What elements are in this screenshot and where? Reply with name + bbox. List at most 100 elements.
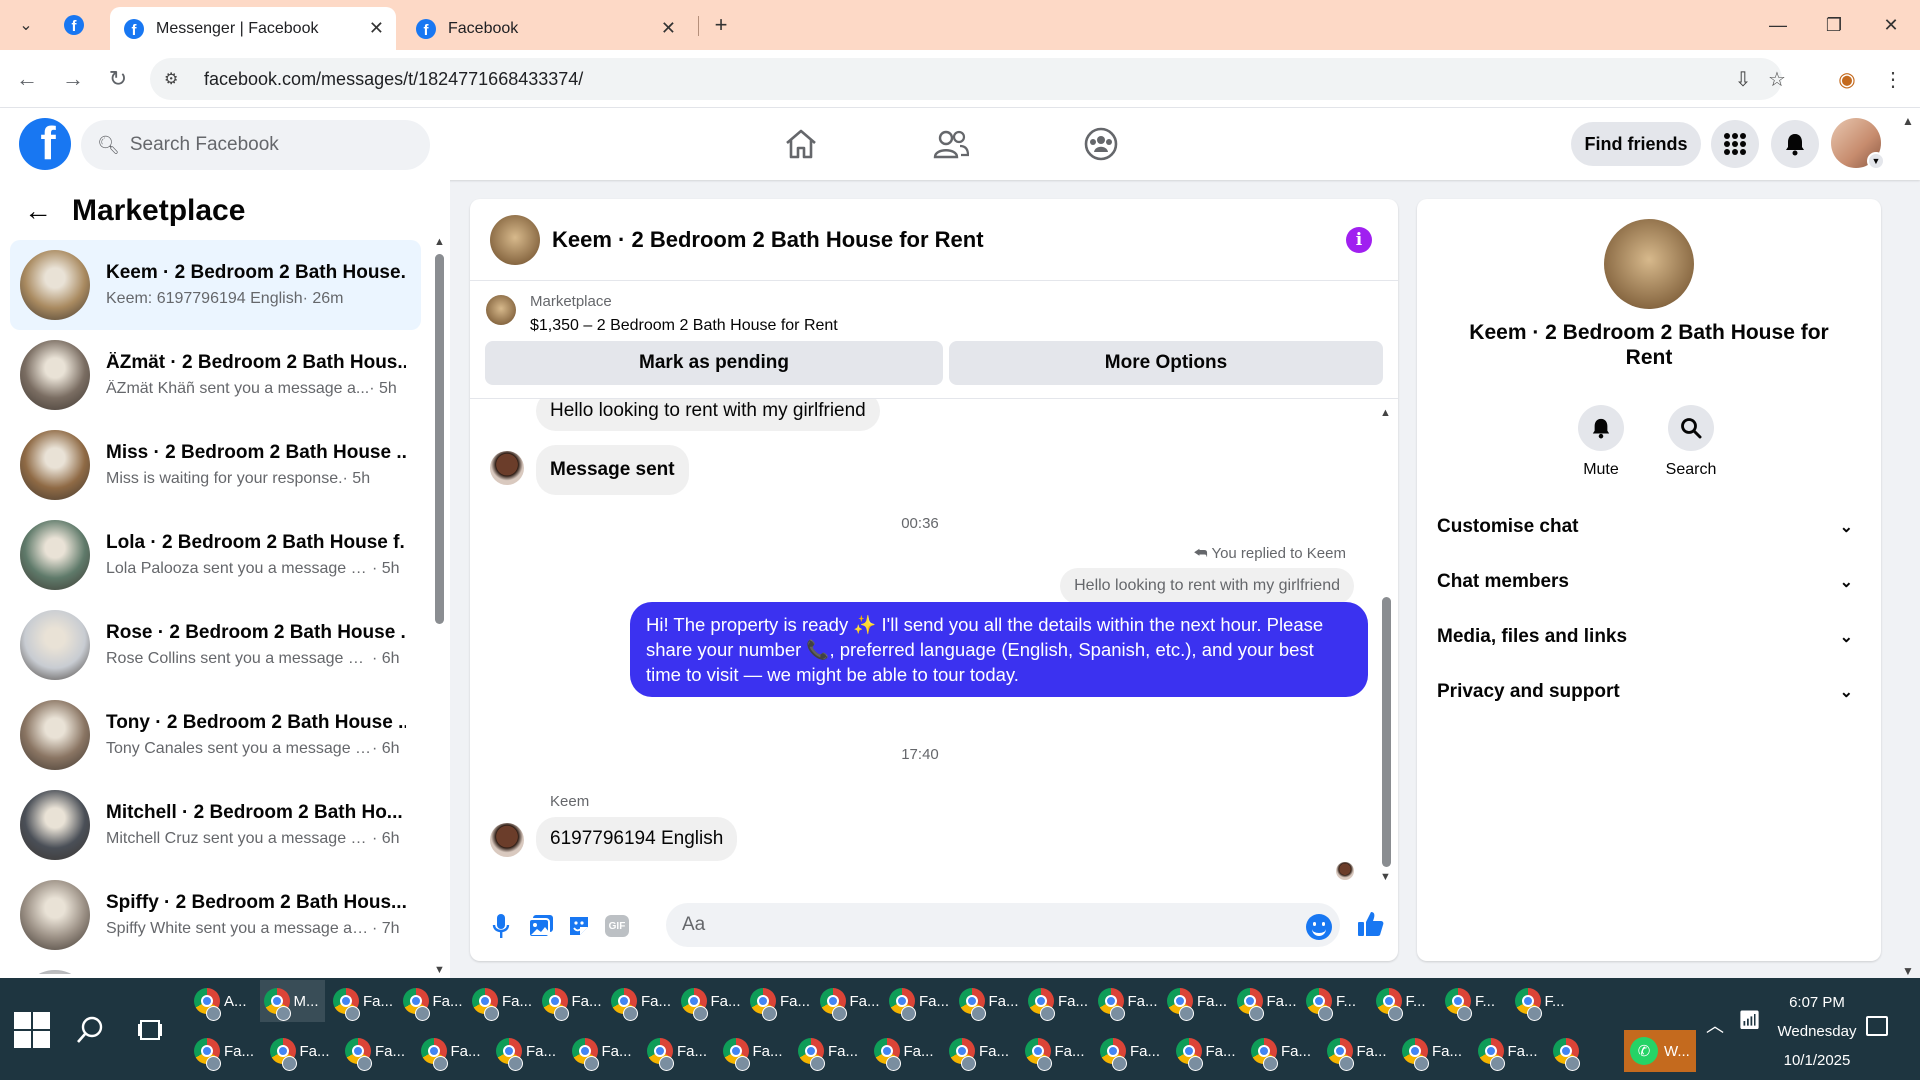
search-icon[interactable]	[72, 1012, 108, 1048]
taskbar-chrome-window[interactable]: Fa...	[1163, 980, 1229, 1022]
facebook-search-box[interactable]: 🔍︎	[81, 120, 430, 170]
taskbar-chrome-window[interactable]: Fa...	[492, 1030, 564, 1072]
forward-arrow-icon[interactable]: →	[58, 64, 88, 94]
taskbar-chrome-window[interactable]: Fa...	[1474, 1030, 1546, 1072]
facebook-search-input[interactable]	[129, 134, 400, 156]
tray-chevron-up-icon[interactable]: ︿	[1706, 1012, 1724, 1038]
taskbar-chrome-window[interactable]: Fa...	[417, 1030, 489, 1072]
photo-gallery-icon[interactable]	[524, 909, 558, 943]
taskbar-chrome-window[interactable]: Fa...	[190, 1030, 262, 1072]
conversation-item[interactable]: Miss · 2 Bedroom 2 Bath House ... Miss is…	[10, 420, 421, 510]
url-text[interactable]: facebook.com/messages/t/1824771668433374…	[204, 69, 583, 90]
taskbar-chrome-window[interactable]: Fa...	[1172, 1030, 1244, 1072]
outgoing-message[interactable]: Hi! The property is ready ✨ I'll send yo…	[630, 602, 1368, 697]
incoming-message[interactable]: Message sent	[536, 445, 689, 495]
menu-grid-button[interactable]	[1711, 120, 1759, 168]
browser-menu-icon[interactable]: ⋮	[1878, 64, 1908, 94]
windows-start-icon[interactable]	[12, 1010, 50, 1048]
tab-messenger[interactable]: f Messenger | Facebook ✕	[110, 7, 396, 50]
home-nav[interactable]	[777, 124, 825, 164]
taskbar-chrome-window[interactable]: M...	[259, 980, 325, 1022]
scroll-up-icon[interactable]: ▲	[1380, 407, 1391, 419]
conversation-item[interactable]: Rose · 2 Bedroom 2 Bath House ... Rose Co…	[10, 600, 421, 690]
taskbar-chrome-window[interactable]: A...	[190, 980, 256, 1022]
conversation-item[interactable]: Spiffy · 2 Bedroom 2 Bath Hous... Spiffy …	[10, 870, 421, 960]
install-app-icon[interactable]: ⇩	[1728, 64, 1758, 94]
conversation-item[interactable]: Lola · 2 Bedroom 2 Bath House f... Lola P…	[10, 510, 421, 600]
taskbar-chrome-window[interactable]: Fa...	[607, 980, 673, 1022]
scroll-down-icon[interactable]: ▼	[434, 964, 445, 976]
taskbar-chrome-window[interactable]: Fa...	[341, 1030, 413, 1072]
sticker-icon[interactable]	[562, 909, 596, 943]
taskbar-chrome-window[interactable]: Fa...	[1094, 980, 1160, 1022]
taskbar-chrome-window[interactable]: Fa...	[399, 980, 465, 1022]
conversation-item[interactable]: Keem · 2 Bedroom 2 Bath House... Keem: 61…	[10, 240, 421, 330]
search-in-chat-button[interactable]: Search	[1651, 405, 1731, 479]
taskbar-chrome-window[interactable]: Fa...	[719, 1030, 791, 1072]
listing-title[interactable]: $1,350 – 2 Bedroom 2 Bath House for Rent	[530, 317, 838, 335]
pinned-tab-facebook[interactable]: f	[60, 11, 88, 39]
network-icon[interactable]: 📶︎	[1738, 1010, 1761, 1031]
microphone-icon[interactable]	[484, 909, 518, 943]
groups-nav[interactable]	[1077, 124, 1125, 164]
incoming-message[interactable]: Hello looking to rent with my girlfriend	[536, 399, 880, 431]
task-view-icon[interactable]	[132, 1012, 168, 1048]
taskbar-chrome-window[interactable]: Fa...	[1024, 980, 1090, 1022]
taskbar-chrome-window[interactable]: F...	[1302, 980, 1368, 1022]
taskbar-chrome-window[interactable]	[1549, 1030, 1621, 1072]
conversation-item[interactable]	[10, 960, 421, 974]
taskbar-whatsapp[interactable]: ✆ W...	[1624, 1030, 1696, 1072]
message-input[interactable]	[682, 914, 1282, 936]
sidebar-scrollbar[interactable]: ▲ ▼	[434, 236, 445, 978]
bookmark-star-icon[interactable]: ☆	[1762, 64, 1792, 94]
chat-avatar[interactable]	[490, 214, 540, 265]
mark-as-pending-button[interactable]: Mark as pending	[485, 341, 943, 385]
section-privacy-support[interactable]: Privacy and support ⌄	[1437, 672, 1861, 712]
restore-icon[interactable]: ❐	[1814, 10, 1854, 40]
tab-search-chevron-icon[interactable]: ⌄	[12, 11, 40, 39]
taskbar-chrome-window[interactable]: Fa...	[955, 980, 1021, 1022]
sender-avatar[interactable]	[490, 451, 524, 485]
incoming-message[interactable]: 6197796194 English	[536, 817, 738, 861]
more-options-button[interactable]: More Options	[949, 341, 1383, 385]
taskbar-chrome-window[interactable]: Fa...	[885, 980, 951, 1022]
account-avatar[interactable]: ▼	[1831, 118, 1885, 170]
taskbar-chrome-window[interactable]: Fa...	[1247, 1030, 1319, 1072]
back-arrow-icon[interactable]: ←	[24, 195, 52, 227]
taskbar-chrome-window[interactable]: F...	[1511, 980, 1577, 1022]
taskbar-clock[interactable]: 6:07 PM Wednesday 10/1/2025	[1762, 988, 1872, 1075]
reload-icon[interactable]: ↻	[103, 64, 133, 94]
taskbar-chrome-window[interactable]: Fa...	[568, 1030, 640, 1072]
quoted-message[interactable]: Hello looking to rent with my girlfriend	[1060, 568, 1354, 604]
scrollbar-thumb[interactable]	[1382, 597, 1391, 867]
taskbar-chrome-window[interactable]: Fa...	[816, 980, 882, 1022]
section-customise-chat[interactable]: Customise chat ⌄	[1437, 507, 1861, 547]
taskbar-chrome-window[interactable]: Fa...	[746, 980, 812, 1022]
listing-thumbnail[interactable]	[486, 295, 516, 325]
taskbar-chrome-window[interactable]: Fa...	[1233, 980, 1299, 1022]
emoji-icon[interactable]	[1306, 914, 1332, 940]
notifications-button[interactable]	[1771, 120, 1819, 168]
page-scroll-up-icon[interactable]: ▲	[1902, 114, 1914, 128]
section-chat-members[interactable]: Chat members ⌄	[1437, 562, 1861, 602]
taskbar-chrome-window[interactable]: Fa...	[1021, 1030, 1093, 1072]
conversation-item[interactable]: ÄZmät · 2 Bedroom 2 Bath Hous... ÄZmät Kh…	[10, 330, 421, 420]
gif-icon[interactable]: GIF	[600, 909, 634, 943]
message-input-box[interactable]	[666, 903, 1340, 947]
new-tab-plus-icon[interactable]: +	[707, 11, 735, 39]
sender-avatar[interactable]	[490, 823, 524, 857]
page-scroll-down-icon[interactable]: ▼	[1902, 964, 1914, 978]
scrollbar-thumb[interactable]	[435, 254, 444, 624]
taskbar-chrome-window[interactable]: Fa...	[643, 1030, 715, 1072]
find-friends-button[interactable]: Find friends	[1571, 122, 1701, 166]
omnibox[interactable]: ⚙ facebook.com/messages/t/18247716684333…	[150, 58, 1786, 100]
notifications-icon[interactable]	[1866, 1016, 1888, 1036]
profile-icon[interactable]: ◉	[1832, 64, 1862, 94]
listing-avatar[interactable]	[1604, 219, 1694, 309]
conversation-item[interactable]: Mitchell · 2 Bedroom 2 Bath Ho... Mitchel…	[10, 780, 421, 870]
facebook-logo-icon[interactable]: f	[19, 118, 71, 170]
chat-title[interactable]: Keem · 2 Bedroom 2 Bath House for Rent	[552, 227, 984, 253]
taskbar-chrome-window[interactable]: Fa...	[945, 1030, 1017, 1072]
friends-nav[interactable]	[927, 124, 975, 164]
window-close-icon[interactable]: ✕	[1871, 10, 1911, 40]
